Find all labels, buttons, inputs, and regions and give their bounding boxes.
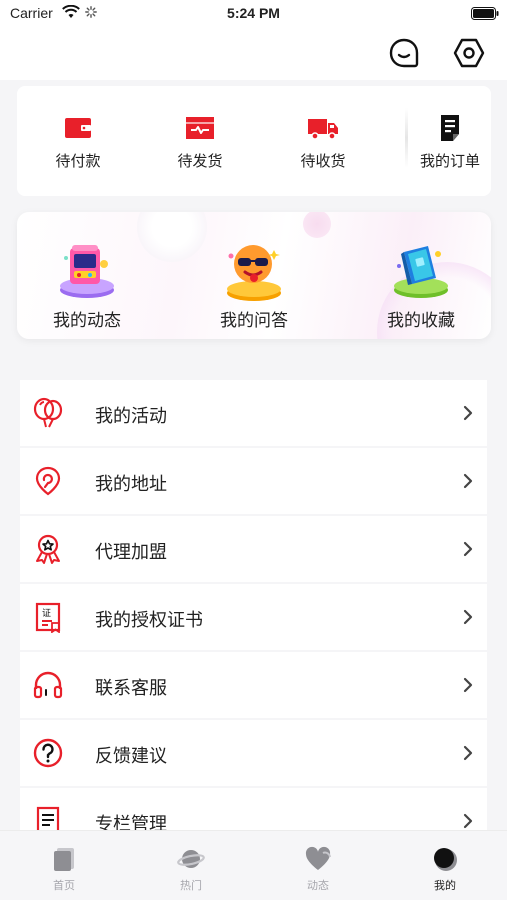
question-circle-icon	[33, 738, 63, 768]
book-3d-icon	[394, 246, 448, 298]
arcade-3d-icon	[60, 245, 114, 298]
cool-face-3d-icon	[227, 245, 281, 301]
order-label: 我的订单	[419, 152, 480, 170]
status-time: 5:24 PM	[227, 5, 280, 21]
order-label: 待付款	[55, 152, 101, 170]
feature-my-posts[interactable]: 我的动态	[17, 240, 157, 331]
menu-label: 反馈建议	[95, 746, 167, 767]
order-label: 待收货	[300, 152, 346, 170]
menu-label: 我的授权证书	[95, 610, 203, 631]
order-pending-shipment[interactable]: 待发货	[155, 114, 245, 171]
tab-label: 我的	[434, 879, 456, 892]
menu-list: 我的活动 我的地址 代理加盟 证 我的授权证书 联系客服 反馈建议 专栏管理	[20, 380, 487, 856]
heart-tab-icon	[305, 846, 331, 870]
chevron-right-icon	[463, 405, 473, 421]
menu-item-my-activities[interactable]: 我的活动	[20, 380, 487, 446]
award-badge-icon	[36, 534, 60, 564]
bottom-tab-bar: 首页 热门 动态 我的	[0, 830, 507, 900]
order-my-orders[interactable]: 我的订单	[405, 114, 495, 171]
menu-label: 我的地址	[95, 474, 167, 495]
chevron-right-icon	[463, 609, 473, 625]
tab-profile[interactable]: 我的	[405, 845, 485, 893]
orders-card: 待付款 待发货 待收货 我的订单	[17, 86, 491, 196]
chevron-right-icon	[463, 813, 473, 829]
battery-icon	[471, 7, 499, 20]
certificate-icon: 证	[35, 602, 61, 633]
menu-label: 联系客服	[95, 678, 167, 699]
order-pending-receipt[interactable]: 待收货	[278, 114, 368, 171]
tab-label: 热门	[180, 879, 202, 892]
chevron-right-icon	[463, 677, 473, 693]
menu-item-feedback[interactable]: 反馈建议	[20, 720, 487, 786]
feature-card: 我的动态 我的问答 我的收藏	[17, 212, 491, 339]
message-icon[interactable]	[387, 36, 421, 70]
location-pin-icon	[35, 466, 61, 496]
profile-tab-icon	[434, 848, 457, 871]
order-pending-payment[interactable]: 待付款	[33, 114, 123, 171]
balloon-icon	[33, 397, 63, 428]
tab-feed[interactable]: 动态	[278, 845, 358, 893]
chevron-right-icon	[463, 541, 473, 557]
settings-icon[interactable]	[452, 36, 486, 70]
planet-tab-icon	[177, 850, 205, 868]
headset-icon	[33, 671, 63, 699]
decor-bubble	[303, 212, 331, 238]
truck-icon	[308, 119, 338, 140]
menu-item-agent-franchise[interactable]: 代理加盟	[20, 516, 487, 582]
chevron-right-icon	[463, 473, 473, 489]
menu-item-my-certificate[interactable]: 证 我的授权证书	[20, 584, 487, 650]
menu-item-my-address[interactable]: 我的地址	[20, 448, 487, 514]
feature-label: 我的收藏	[387, 311, 455, 331]
menu-label: 代理加盟	[95, 542, 167, 563]
menu-item-contact-service[interactable]: 联系客服	[20, 652, 487, 718]
wallet-icon	[65, 118, 91, 138]
order-list-icon	[441, 115, 459, 141]
feature-label: 我的动态	[53, 311, 121, 331]
tab-label: 动态	[307, 879, 329, 892]
feature-my-favorites[interactable]: 我的收藏	[351, 240, 491, 331]
chevron-right-icon	[463, 745, 473, 761]
tab-home[interactable]: 首页	[24, 845, 104, 893]
top-header	[0, 28, 507, 80]
menu-label: 我的活动	[95, 406, 167, 427]
order-label: 待发货	[177, 152, 223, 170]
tab-hot[interactable]: 热门	[151, 845, 231, 893]
tab-label: 首页	[53, 879, 75, 892]
svg-text:证: 证	[42, 608, 51, 619]
home-tab-icon	[54, 848, 74, 871]
feature-label: 我的问答	[220, 311, 288, 331]
feature-my-qa[interactable]: 我的问答	[184, 240, 324, 331]
status-bar: Carrier 5:24 PM	[0, 0, 507, 28]
package-icon	[186, 117, 214, 139]
